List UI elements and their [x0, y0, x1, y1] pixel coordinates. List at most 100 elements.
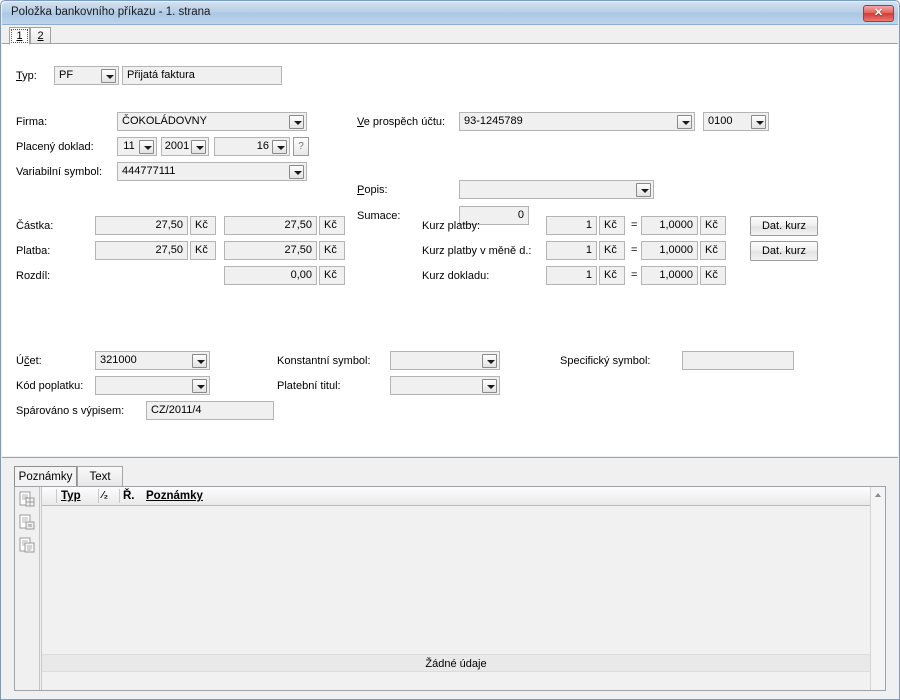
kod-poplatku-combo[interactable] [95, 376, 210, 395]
tab-page-2-label: 2 [37, 30, 44, 42]
kurz-dokladu-right-value: 1,0000 [659, 269, 693, 281]
question-mark-icon: ? [298, 141, 304, 152]
notes-grid-scrollbar[interactable] [870, 487, 885, 690]
castka-amount-2-value: 27,50 [284, 219, 312, 231]
dat-kurz-button-1[interactable]: Dat. kurz [750, 216, 818, 236]
chevron-down-icon[interactable] [272, 140, 287, 154]
kurz-dokladu-left-value: 1 [585, 269, 592, 281]
kurz-dokladu-right-unit: Kč [700, 266, 726, 285]
kurz-platby-mena-right-field[interactable]: 1,0000 [641, 241, 698, 260]
new-note-icon[interactable] [19, 491, 36, 508]
popis-label: Popis: [357, 184, 388, 196]
platba-amount-2-value: 27,50 [284, 244, 312, 256]
konstantni-symbol-combo[interactable] [390, 351, 500, 370]
title-bar: Položka bankovního příkazu - 1. strana ✕ [2, 2, 898, 25]
kod-poplatku-label: Kód poplatku: [16, 380, 84, 392]
notes-grid-header: Typ ⁄₂ Ř. Poznámky [42, 487, 870, 506]
ucet-combo[interactable]: 321000 [95, 351, 210, 370]
kurz-dokladu-right-unit-value: Kč [705, 269, 718, 281]
kurz-platby-mena-left-field[interactable]: 1 [546, 241, 597, 260]
ucet-label: Účet: [16, 355, 42, 367]
platba-amount-1[interactable]: 27,50 [95, 241, 188, 260]
kurz-dokladu-left-field[interactable]: 1 [546, 266, 597, 285]
notes-grid-inner: Typ ⁄₂ Ř. Poznámky Žádné údaje [41, 487, 885, 690]
chevron-down-icon[interactable] [191, 140, 206, 154]
notes-grid: Typ ⁄₂ Ř. Poznámky Žádné údaje [14, 486, 886, 691]
close-button[interactable]: ✕ [863, 5, 894, 22]
dat-kurz-button-2[interactable]: Dat. kurz [750, 241, 818, 261]
sparovano-field[interactable]: CZ/2011/4 [146, 401, 274, 420]
placeny-doklad-year-combo[interactable]: 2001 [161, 137, 209, 156]
copy-note-icon[interactable] [19, 537, 36, 554]
placeny-doklad-year-value: 2001 [164, 140, 190, 152]
castka-unit-2-value: Kč [324, 219, 337, 231]
bank-code-value: 0100 [708, 115, 733, 127]
platebni-titul-combo[interactable] [390, 376, 500, 395]
column-header-radek[interactable]: Ř. [123, 487, 147, 505]
typ-description-input[interactable]: Přijatá faktura [122, 66, 282, 85]
chevron-down-icon[interactable] [636, 183, 651, 197]
scroll-up-arrow-icon[interactable] [871, 487, 885, 502]
placeny-doklad-number-combo[interactable]: 16 [214, 137, 290, 156]
firma-combo[interactable]: ČOKOLÁDOVNY [117, 112, 307, 131]
tab-page-1[interactable]: 1 [9, 27, 30, 45]
column-divider [119, 489, 120, 503]
chevron-down-icon[interactable] [751, 115, 766, 129]
notes-grid-body[interactable]: Žádné údaje [42, 506, 870, 690]
castka-amount-1[interactable]: 27,50 [95, 216, 188, 235]
popis-combo[interactable] [459, 180, 654, 199]
variabilni-symbol-combo[interactable]: 444777111 [117, 162, 307, 181]
platba-unit-2-value: Kč [324, 244, 337, 256]
placeny-doklad-month-value: 11 [123, 140, 135, 152]
kurz-dokladu-left-unit: Kč [599, 266, 625, 285]
column-header-sort[interactable]: ⁄₂ [102, 487, 124, 505]
platba-unit-1-value: Kč [195, 244, 208, 256]
rozdil-amount[interactable]: 0,00 [224, 266, 317, 285]
castka-unit-1-value: Kč [195, 219, 208, 231]
dialog-window: Položka bankovního příkazu - 1. strana ✕… [0, 0, 900, 700]
platba-amount-2[interactable]: 27,50 [224, 241, 317, 260]
chevron-down-icon[interactable] [101, 69, 116, 83]
column-header-typ[interactable]: Typ [61, 487, 99, 505]
platba-unit-2: Kč [319, 241, 345, 260]
firma-label: Firma: [16, 116, 48, 128]
chevron-down-icon[interactable] [139, 140, 154, 154]
variabilni-symbol-value: 444777111 [122, 165, 176, 177]
chevron-down-icon[interactable] [289, 165, 304, 179]
rozdil-unit-value: Kč [324, 269, 337, 281]
chevron-down-icon[interactable] [192, 379, 207, 393]
kurz-platby-left-field[interactable]: 1 [546, 216, 597, 235]
placeny-doklad-month-combo[interactable]: 11 [117, 137, 157, 156]
column-header-poznamky[interactable]: Poznámky [146, 487, 266, 505]
chevron-down-icon[interactable] [192, 354, 207, 368]
tab-poznamky[interactable]: Poznámky [14, 466, 77, 486]
castka-label: Částka: [16, 220, 54, 232]
platba-label: Platba: [16, 245, 51, 257]
chevron-down-icon[interactable] [482, 354, 497, 368]
chevron-down-icon[interactable] [677, 115, 692, 129]
kurz-platby-right-field[interactable]: 1,0000 [641, 216, 698, 235]
firma-value: ČOKOLÁDOVNY [122, 115, 207, 127]
specificky-symbol-field[interactable] [682, 351, 794, 370]
kurz-platby-mena-left-value: 1 [585, 244, 592, 256]
tab-text[interactable]: Text [77, 466, 123, 486]
kurz-platby-label: Kurz platby: [422, 220, 481, 232]
ve-prospech-uctu-value: 93-1245789 [464, 115, 523, 127]
ve-prospech-uctu-combo[interactable]: 93-1245789 [459, 112, 695, 131]
chevron-down-icon[interactable] [482, 379, 497, 393]
placeny-doklad-number-value: 16 [256, 140, 269, 152]
typ-description-value: Přijatá faktura [127, 69, 195, 81]
tab-text-label: Text [89, 470, 111, 483]
typ-code-combo[interactable]: PF [54, 66, 119, 85]
placeny-doklad-help-button[interactable]: ? [293, 137, 309, 156]
bank-code-combo[interactable]: 0100 [703, 112, 769, 131]
kurz-dokladu-right-field[interactable]: 1,0000 [641, 266, 698, 285]
chevron-down-icon[interactable] [289, 115, 304, 129]
edit-note-icon[interactable] [19, 514, 36, 531]
castka-amount-2[interactable]: 27,50 [224, 216, 317, 235]
kurz-platby-mena-equals: = [631, 244, 638, 256]
kurz-platby-left-unit: Kč [599, 216, 625, 235]
typ-label: Typ: [16, 70, 37, 82]
ve-prospech-uctu-label: Ve prospěch účtu: [357, 116, 446, 128]
form-area: Typ: PF Přijatá faktura Firma: ČOKOLÁDOV… [2, 43, 898, 456]
